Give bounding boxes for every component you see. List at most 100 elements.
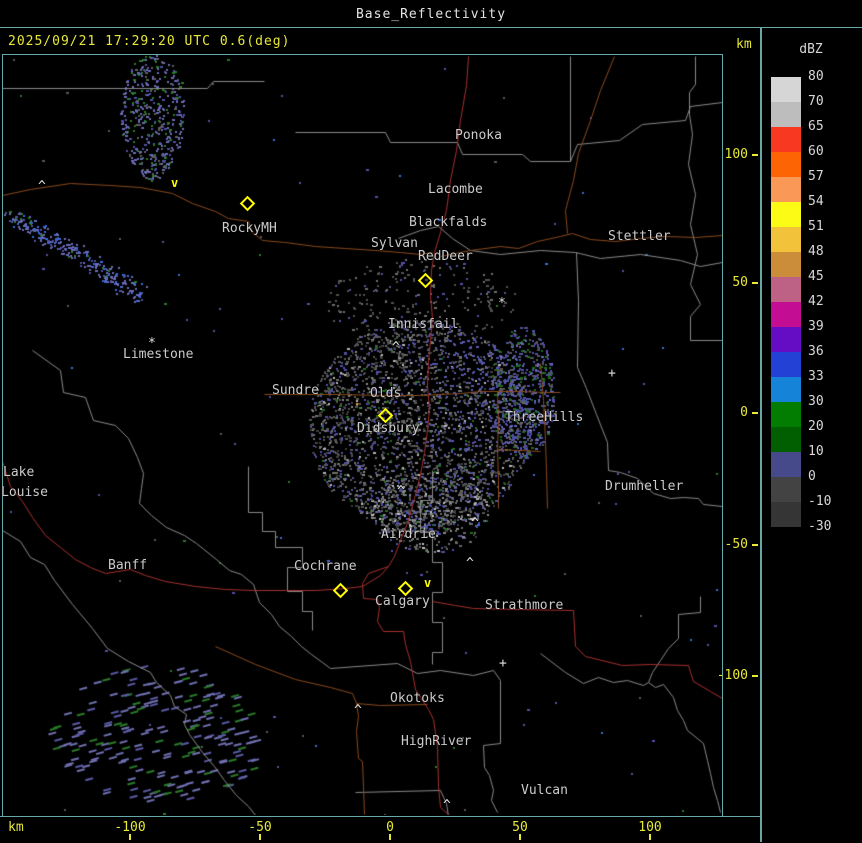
diamond-icon [239,195,256,212]
colorbar-cell-label: 70 [808,94,824,109]
chevron-down-marker: v [171,176,179,190]
title-bar: Base_Reflectivity [0,0,862,28]
colorbar-cell [771,502,801,527]
radar-site-diamond-marker [417,272,434,289]
x-axis-tick-mark [519,834,521,840]
km-unit-label: km [736,37,752,52]
colorbar-cell [771,427,801,452]
colorbar-cell-label: 45 [808,269,824,284]
colorbar-cell-label: 57 [808,169,824,184]
city-label-sylvan: Sylvan [371,236,418,251]
colorbar-cell [771,402,801,427]
city-label-innisfail: Innisfail [388,317,459,332]
city-label-ponoka: Ponoka [455,128,502,143]
colorbar-cell-label: 48 [808,244,824,259]
caret-marker: ^ [471,516,479,531]
colorbar-cell [771,227,801,252]
colorbar-cell-label: 36 [808,344,824,359]
city-label-cochrane: Cochrane [294,559,357,574]
colorbar-cell [771,477,801,502]
radar-site-diamond-marker [377,407,394,424]
plus-marker: + [608,366,616,381]
y-axis-tick-mark [752,154,758,156]
city-label-calgary: Calgary [375,594,430,609]
diamond-icon [417,272,434,289]
colorbar-cell [771,377,801,402]
colorbar-cell-label: 51 [808,219,824,234]
city-label-louise: Louise [1,485,48,500]
x-axis-tick-label: -100 [114,820,146,835]
colorbar-cell-label: 60 [808,144,824,159]
colorbar-cell-label: 54 [808,194,824,209]
x-axis-unit-label: km [8,820,24,835]
x-axis-tick-label: 0 [386,820,394,835]
radar-site-diamond-marker [239,195,256,212]
colorbar-cell-label: 42 [808,294,824,309]
caret-marker: ^ [392,340,400,355]
city-label-sundre: Sundre [272,383,319,398]
radar-site-diamond-marker [397,580,414,597]
x-axis-tick-mark [259,834,261,840]
colorbar-cell [771,302,801,327]
city-label-highriver: HighRiver [401,734,472,749]
colorbar-cell-label: 0 [808,469,816,484]
caret-marker: ^ [466,556,474,571]
y-axis-tick-label: -100 [716,668,748,683]
colorbar-cell [771,202,801,227]
x-axis: km -100 -50 0 50 100 [0,816,761,843]
city-label-okotoks: Okotoks [390,691,445,706]
radar-site-diamond-marker [332,582,349,599]
colorbar-cell-label: 10 [808,444,824,459]
colorbar-cell [771,127,801,152]
city-label-rockymh: RockyMH [222,221,277,236]
x-axis-tick-label: -50 [248,820,272,835]
city-label-banff: Banff [108,558,148,573]
colorbar-cell [771,102,801,127]
y-axis-tick-mark [752,675,758,677]
asterisk-marker: * [148,336,156,351]
caret-marker: ^ [397,484,405,499]
y-axis-tick-label: 50 [732,275,748,290]
city-label-lacombe: Lacombe [428,182,483,197]
page-title: Base_Reflectivity [355,7,507,22]
colorbar-title: dBZ [799,42,823,57]
caret-marker: ^ [38,179,46,194]
city-label-airdrie: Airdrie [381,527,436,542]
colorbar-cell-label: 20 [808,419,824,434]
x-axis-tick-mark [129,834,131,840]
colorbar-cell [771,277,801,302]
colorbar-end-label: -30 [808,519,832,534]
colorbar-cell [771,252,801,277]
colorbar-cell-label: 30 [808,394,824,409]
info-bar: 2025/09/21 17:29:20 UTC 0.6(deg) km [0,28,760,54]
colorbar-cell-label: 80 [808,69,824,84]
chevron-down-marker: v [424,576,432,590]
diamond-icon [397,580,414,597]
diamond-icon [377,407,394,424]
city-label-stettler: Stettler [608,229,671,244]
city-label-didsbury: Didsbury [357,421,420,436]
city-label-vulcan: Vulcan [521,783,568,798]
colorbar-cell-label: 39 [808,319,824,334]
timestamp: 2025/09/21 17:29:20 UTC 0.6(deg) [8,34,291,49]
diamond-icon [332,582,349,599]
caret-marker: ^ [443,798,451,813]
city-label-limestone: Limestone [123,347,194,362]
colorbar-cell [771,177,801,202]
city-label-olds: Olds [370,386,402,401]
colorbar-cell-label: 33 [808,369,824,384]
colorbar-cell-label: -10 [808,494,832,509]
colorbar-cell-label: 65 [808,119,824,134]
x-axis-tick-mark [389,834,391,840]
city-label-threehills: ThreeHills [505,410,584,425]
y-axis-tick-mark [752,282,758,284]
y-axis-tick-label: 100 [724,147,748,162]
city-label-reddeer: RedDeer [418,249,473,264]
city-label-strathmore: Strathmore [485,598,564,613]
y-axis-tick-mark [752,544,758,546]
colorbar-cell [771,452,801,477]
colorbar-cell [771,327,801,352]
y-axis-tick-mark [752,412,758,414]
city-label-drumheller: Drumheller [605,479,684,494]
plus-marker: + [499,656,507,671]
